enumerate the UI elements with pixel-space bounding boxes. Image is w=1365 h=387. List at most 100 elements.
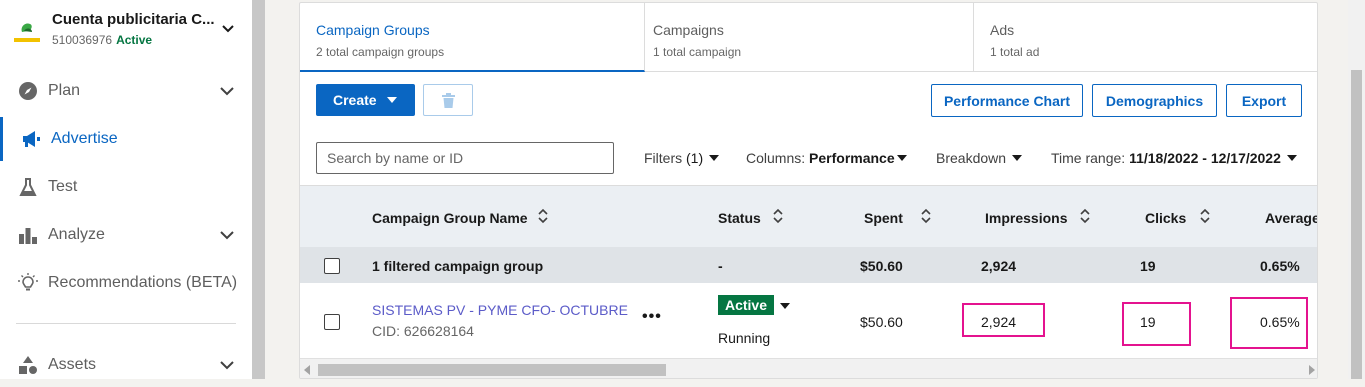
scroll-right-icon[interactable] — [1309, 365, 1315, 375]
tab-ads[interactable]: Ads 1 total ad — [974, 3, 1317, 72]
nav-item-plan[interactable]: Plan — [0, 69, 252, 113]
account-meta: 510036976 Active — [52, 33, 152, 47]
row-average: 0.65% — [1260, 314, 1300, 330]
row-more-options-icon[interactable]: ••• — [642, 308, 662, 326]
sidebar-divider — [16, 323, 236, 324]
caret-down-icon — [709, 155, 720, 161]
compass-icon — [19, 82, 37, 100]
account-logo — [14, 23, 40, 42]
tab-campaign-groups[interactable]: Campaign Groups 2 total campaign groups — [300, 3, 645, 72]
row-checkbox[interactable] — [324, 314, 340, 330]
tab-title: Ads — [990, 22, 1015, 38]
bar-chart-icon — [19, 228, 37, 244]
nav-item-recommendations[interactable]: Recommendations (BETA) — [0, 261, 252, 305]
select-all-checkbox[interactable] — [324, 258, 340, 274]
scrollbar-thumb[interactable] — [318, 364, 666, 376]
time-range-value: 11/18/2022 - 12/17/2022 — [1129, 150, 1281, 166]
horizontal-scrollbar[interactable] — [300, 359, 1317, 378]
column-header-impressions[interactable]: Impressions — [985, 210, 1067, 226]
summary-clicks: 19 — [1140, 258, 1156, 274]
scroll-left-icon[interactable] — [304, 365, 310, 375]
nav-item-test[interactable]: Test — [0, 165, 252, 209]
status-text: Running — [718, 330, 771, 346]
campaign-group-name-link[interactable]: SISTEMAS PV - PYME CFO- OCTUBRE — [372, 302, 628, 318]
filters-dropdown[interactable]: Filters (1) — [644, 150, 720, 166]
column-header-clicks[interactable]: Clicks — [1145, 210, 1186, 226]
tab-title: Campaign Groups — [316, 22, 430, 38]
shapes-icon — [19, 356, 37, 374]
chevron-down-icon[interactable] — [218, 227, 236, 243]
account-switcher[interactable]: Cuenta publicitaria C... 510036976 Active — [14, 8, 242, 52]
columns-label: Columns: — [746, 150, 806, 166]
delete-button[interactable] — [423, 84, 473, 116]
row-impressions: 2,924 — [981, 314, 1017, 330]
highlight-box — [1122, 302, 1191, 346]
sort-icon[interactable] — [772, 208, 784, 224]
column-header-average[interactable]: Average — [1265, 210, 1317, 226]
vertical-scrollbar[interactable] — [1348, 0, 1365, 379]
tab-bar: Campaign Groups 2 total campaign groups … — [300, 3, 1317, 72]
nav-item-advertise[interactable]: Advertise — [0, 117, 252, 161]
sort-icon[interactable] — [1199, 208, 1211, 224]
account-status: Active — [116, 33, 153, 47]
campaign-group-cid: CID: 626628164 — [372, 323, 474, 339]
demographics-button[interactable]: Demographics — [1092, 84, 1217, 117]
chevron-down-icon[interactable] — [218, 83, 236, 99]
filters-count: (1) — [686, 150, 704, 166]
caret-down-icon — [1012, 155, 1023, 161]
tab-subtitle: 1 total campaign — [653, 45, 742, 59]
nav-item-label: Analyze — [48, 226, 105, 243]
search-input[interactable]: Search by name or ID — [316, 142, 614, 174]
create-label: Create — [333, 92, 377, 108]
nav-item-label: Recommendations (BETA) — [48, 274, 238, 291]
row-clicks: 19 — [1140, 314, 1156, 330]
columns-dropdown[interactable]: Columns: Performance — [746, 150, 907, 166]
sort-icon[interactable] — [1079, 208, 1091, 224]
breakdown-label: Breakdown — [936, 150, 1007, 166]
breakdown-dropdown[interactable]: Breakdown — [936, 150, 1023, 166]
nav-item-analyze[interactable]: Analyze — [0, 213, 252, 257]
create-button[interactable]: Create — [316, 84, 415, 116]
account-id: 510036976 — [52, 33, 113, 47]
summary-impressions: 2,924 — [981, 258, 1017, 274]
time-range-label: Time range: — [1051, 150, 1126, 166]
chevron-down-icon[interactable] — [220, 20, 236, 36]
nav-item-label: Plan — [48, 82, 81, 99]
sidebar-scrollbar[interactable] — [252, 0, 265, 379]
flask-icon — [19, 178, 37, 196]
nav-item-label: Advertise — [51, 130, 118, 147]
sort-icon[interactable] — [920, 208, 932, 224]
trash-icon — [442, 93, 455, 108]
summary-label: 1 filtered campaign group — [372, 258, 544, 274]
summary-spent: $50.60 — [860, 258, 903, 274]
performance-chart-button[interactable]: Performance Chart — [931, 84, 1083, 117]
summary-average: 0.65% — [1260, 258, 1300, 274]
tab-subtitle: 2 total campaign groups — [316, 45, 445, 59]
column-header-status[interactable]: Status — [718, 210, 761, 226]
tab-subtitle: 1 total ad — [990, 45, 1040, 59]
column-header-name[interactable]: Campaign Group Name — [372, 210, 528, 226]
status-caret-down-icon[interactable] — [780, 303, 790, 309]
account-name: Cuenta publicitaria C... — [52, 11, 215, 28]
filters-label: Filters — [644, 150, 683, 166]
status-badge: Active — [718, 295, 774, 315]
tab-campaigns[interactable]: Campaigns 1 total campaign — [637, 3, 974, 72]
columns-value: Performance — [809, 150, 895, 166]
time-range-dropdown[interactable]: Time range: 11/18/2022 - 12/17/2022 — [1051, 150, 1297, 166]
nav-item-label: Assets — [48, 356, 97, 373]
sort-icon[interactable] — [537, 208, 549, 224]
caret-down-icon — [1286, 155, 1297, 161]
column-header-spent[interactable]: Spent — [864, 210, 903, 226]
scrollbar-thumb[interactable] — [1351, 70, 1362, 379]
sidebar: Cuenta publicitaria C... 510036976 Active… — [0, 0, 252, 379]
chevron-down-icon[interactable] — [218, 357, 236, 373]
summary-row: 1 filtered campaign group - $50.60 2,924… — [300, 247, 1317, 283]
caret-down-icon — [387, 97, 397, 103]
row-spent: $50.60 — [860, 314, 903, 330]
lightbulb-icon — [18, 273, 38, 291]
nav-item-assets[interactable]: Assets — [0, 343, 252, 387]
table-row: SISTEMAS PV - PYME CFO- OCTUBRE CID: 626… — [300, 283, 1317, 359]
summary-status: - — [718, 258, 723, 274]
export-button[interactable]: Export — [1226, 84, 1302, 117]
tab-title: Campaigns — [653, 22, 724, 38]
